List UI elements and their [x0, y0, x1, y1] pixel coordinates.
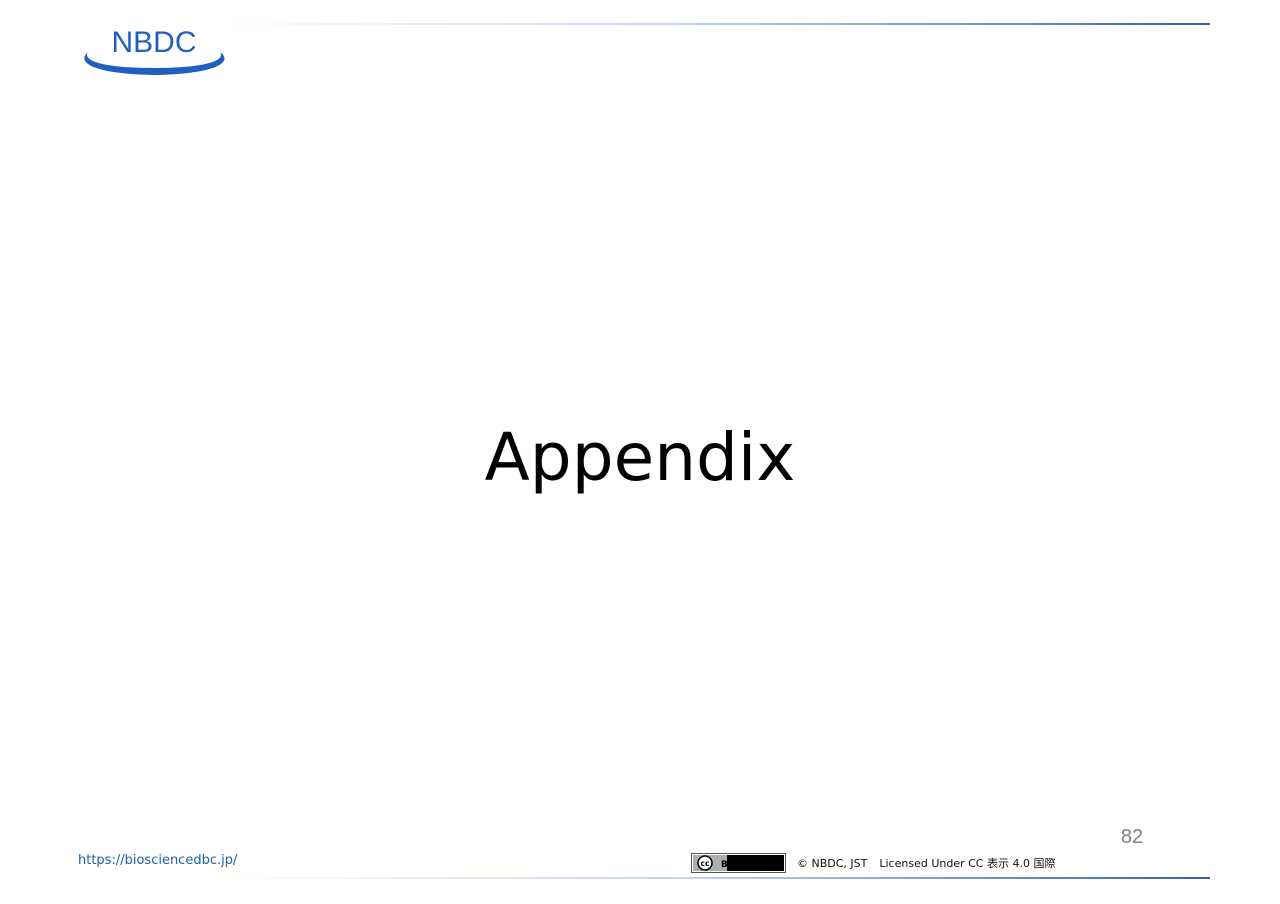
- copyright-text: © NBDC, JST: [797, 857, 868, 870]
- cc-icon: cc: [697, 855, 713, 871]
- cc-by-badge[interactable]: cc BY: [691, 853, 786, 873]
- svg-text:cc: cc: [701, 859, 710, 868]
- license-text: Licensed Under CC 表示 4.0 国際: [879, 857, 1056, 870]
- page-number: 82: [1120, 826, 1144, 848]
- cc-badge-label: BY: [721, 860, 734, 870]
- slide: NBDC Appendix https://biosciencedbc.jp/ …: [0, 0, 1280, 904]
- license-line: © NBDC, JST Licensed Under CC 表示 4.0 国際: [797, 855, 1055, 871]
- top-divider: [230, 23, 1210, 25]
- bottom-divider: [230, 877, 1210, 879]
- slide-title: Appendix: [484, 419, 796, 496]
- footer-url-link[interactable]: https://biosciencedbc.jp/: [78, 853, 237, 868]
- logo-text: NBDC: [111, 26, 196, 59]
- nbdc-logo: NBDC: [74, 22, 234, 80]
